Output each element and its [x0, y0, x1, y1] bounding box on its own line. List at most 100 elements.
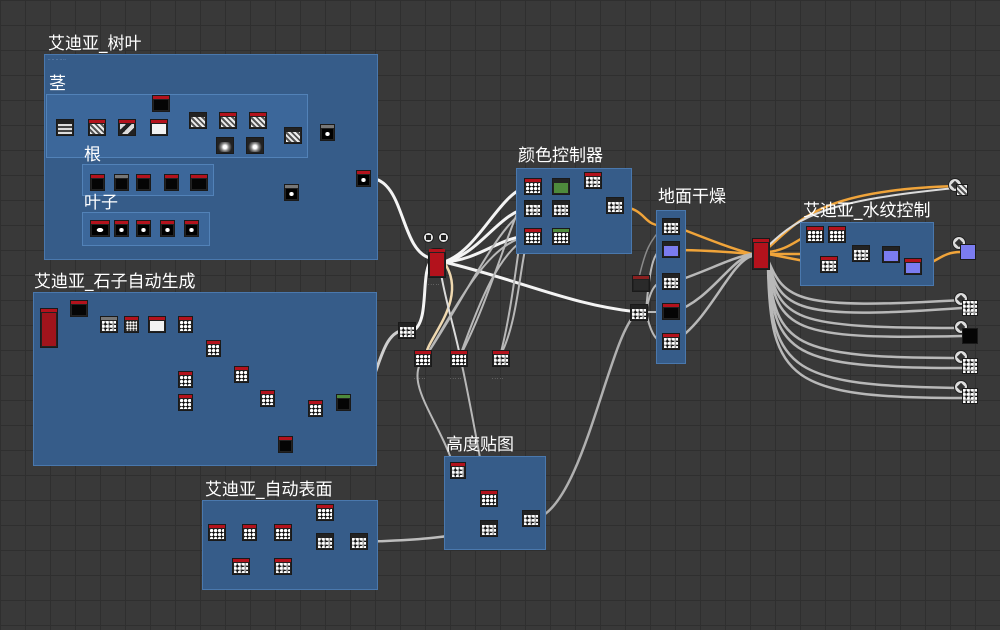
graph-node[interactable]: [350, 533, 368, 550]
graph-node[interactable]: [316, 504, 334, 521]
graph-node[interactable]: [164, 174, 179, 191]
output-preview: [956, 184, 968, 196]
graph-node[interactable]: [124, 316, 139, 333]
graph-node[interactable]: [480, 520, 498, 537]
link: [459, 235, 531, 357]
graph-node[interactable]: [208, 524, 226, 541]
graph-node[interactable]: [260, 390, 275, 407]
link: [442, 260, 640, 314]
frame-foliage-subtitle: ·· ·· ·· ·· ··: [48, 57, 66, 62]
graph-node[interactable]: [152, 95, 170, 112]
graph-node[interactable]: [584, 172, 602, 189]
graph-node[interactable]: [316, 533, 334, 550]
graph-node[interactable]: [398, 322, 416, 339]
graph-node[interactable]: [246, 137, 264, 154]
graph-node[interactable]: [219, 112, 237, 129]
graph-node[interactable]: [522, 510, 540, 527]
graph-node[interactable]: [136, 174, 151, 191]
graph-node[interactable]: [524, 228, 542, 245]
graph-node[interactable]: [662, 303, 680, 320]
graph-node[interactable]: [356, 170, 371, 187]
graph-node[interactable]: [806, 226, 824, 243]
graph-node[interactable]: [274, 558, 292, 575]
graph-node[interactable]: [662, 218, 680, 235]
graph-node[interactable]: [662, 333, 680, 350]
frame-stones[interactable]: [33, 292, 377, 466]
graph-node[interactable]: [852, 245, 870, 262]
graph-node[interactable]: [136, 220, 151, 237]
graph-node[interactable]: [524, 200, 542, 217]
graph-node[interactable]: [178, 371, 193, 388]
output-preview: [962, 300, 978, 316]
graph-node[interactable]: [480, 490, 498, 507]
graph-node[interactable]: [90, 174, 105, 191]
graph-node[interactable]: [178, 394, 193, 411]
frame-height-title: 高度贴图: [446, 435, 514, 455]
node-frame-icon[interactable]: [438, 232, 449, 243]
graph-node[interactable]: [114, 174, 129, 191]
graph-node[interactable]: [234, 366, 249, 383]
graph-node[interactable]: [606, 197, 624, 214]
link: [499, 235, 531, 357]
frame-surface-title: 艾迪亚_自动表面: [205, 480, 333, 500]
graph-node[interactable]: [274, 524, 292, 541]
frame-foliage-title: 艾迪亚_树叶: [48, 34, 142, 54]
graph-node[interactable]: [828, 226, 846, 243]
graph-node[interactable]: [662, 273, 680, 290]
main-blend-node[interactable]: [428, 248, 446, 278]
graph-node[interactable]: [189, 112, 207, 129]
graph-node[interactable]: [184, 220, 199, 237]
graph-node[interactable]: [552, 200, 570, 217]
graph-node[interactable]: [630, 304, 648, 321]
graph-node[interactable]: [90, 220, 110, 237]
graph-node[interactable]: [232, 558, 250, 575]
graph-node[interactable]: [552, 178, 570, 195]
dry-output-node[interactable]: [752, 238, 770, 270]
graph-node[interactable]: [178, 316, 193, 333]
graph-node[interactable]: [492, 350, 510, 367]
node-graph-canvas[interactable]: 艾迪亚_树叶 ·· ·· ·· ·· ·· 茎 根 叶子 艾迪亚_石子自动生成 …: [0, 0, 1000, 630]
graph-node[interactable]: [150, 119, 168, 136]
graph-node[interactable]: [216, 137, 234, 154]
output-preview: [962, 388, 978, 404]
graph-node[interactable]: [450, 350, 468, 367]
graph-node[interactable]: [320, 124, 335, 141]
graph-node[interactable]: [148, 316, 166, 333]
graph-node[interactable]: [206, 340, 221, 357]
graph-node[interactable]: [552, 228, 570, 245]
output-preview: [960, 244, 976, 260]
graph-node[interactable]: [242, 524, 257, 541]
graph-node[interactable]: [114, 220, 129, 237]
graph-node[interactable]: [40, 308, 58, 348]
graph-node[interactable]: [160, 220, 175, 237]
graph-node[interactable]: [820, 256, 838, 273]
graph-node[interactable]: [904, 258, 922, 275]
node-doc-icon[interactable]: [423, 232, 434, 243]
link: [439, 267, 461, 357]
graph-node[interactable]: [308, 400, 323, 417]
graph-node[interactable]: [524, 178, 542, 195]
link: [536, 310, 640, 520]
link: [368, 176, 432, 260]
graph-node[interactable]: [632, 275, 650, 292]
graph-node[interactable]: [249, 112, 267, 129]
graph-node[interactable]: [450, 462, 466, 479]
graph-node[interactable]: [336, 394, 351, 411]
frame-dry-title: 地面干燥: [658, 187, 726, 207]
graph-node[interactable]: [100, 316, 118, 333]
graph-node[interactable]: [284, 127, 302, 144]
graph-node[interactable]: [414, 350, 432, 367]
graph-node[interactable]: [118, 119, 136, 136]
graph-node[interactable]: [278, 436, 293, 453]
frame-leaf-title: 叶子: [84, 193, 118, 213]
graph-node[interactable]: [882, 246, 900, 263]
graph-node[interactable]: [190, 174, 208, 191]
graph-node[interactable]: [70, 300, 88, 317]
graph-node[interactable]: [284, 184, 299, 201]
frame-stem-title: 茎: [49, 74, 66, 94]
graph-node[interactable]: [662, 241, 680, 258]
link: [425, 207, 531, 357]
graph-node[interactable]: [56, 119, 74, 136]
frame-ripple-title: 艾迪亚_水纹控制: [803, 201, 931, 221]
graph-node[interactable]: [88, 119, 106, 136]
